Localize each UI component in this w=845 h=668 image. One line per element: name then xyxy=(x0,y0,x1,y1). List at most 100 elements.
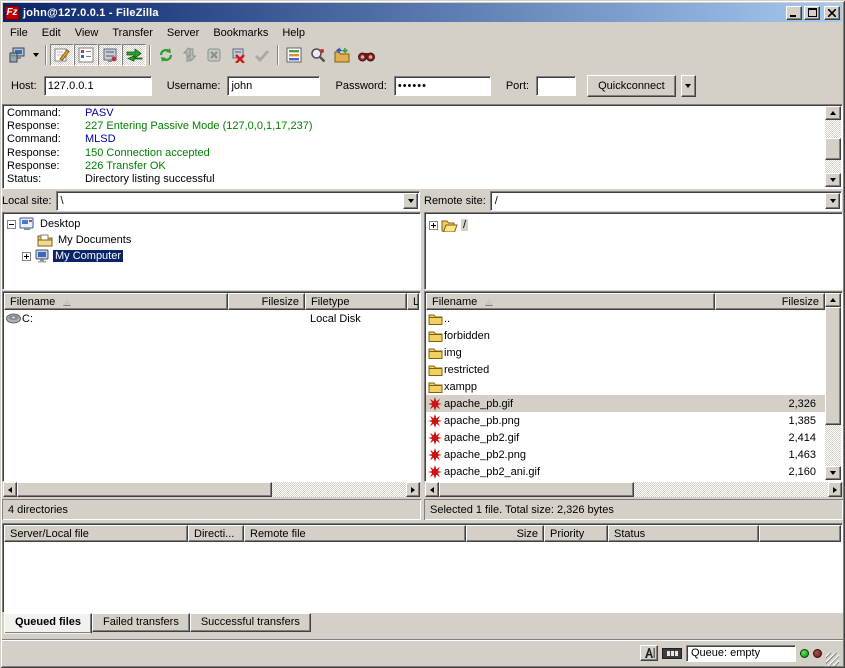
transfer-queue-body xyxy=(4,542,841,611)
reconnect-button[interactable] xyxy=(250,44,274,66)
file-row[interactable]: forbidden xyxy=(426,327,825,344)
scrollbar-thumb[interactable] xyxy=(825,138,841,160)
file-row[interactable]: img xyxy=(426,344,825,361)
find-files-button[interactable] xyxy=(354,44,378,66)
menu-transfer[interactable]: Transfer xyxy=(105,26,160,40)
column-header-filesize[interactable]: Filesize xyxy=(715,293,825,310)
file-row[interactable]: restricted xyxy=(426,361,825,378)
site-manager-button[interactable] xyxy=(5,44,29,66)
tree-item-my-computer[interactable]: My Computer xyxy=(7,248,420,264)
scrollbar-thumb[interactable] xyxy=(17,482,272,497)
local-status-bar: 4 directories xyxy=(2,499,421,520)
file-row[interactable]: apache_pb2_ani.gif 2,160 xyxy=(426,463,825,480)
file-name: restricted xyxy=(444,364,725,376)
scrollbar-thumb[interactable] xyxy=(439,482,634,497)
tree-item-label: My Computer xyxy=(53,250,123,262)
remote-site-combo[interactable]: / xyxy=(490,191,842,211)
menu-server[interactable]: Server xyxy=(160,26,206,40)
combo-dropdown-button[interactable] xyxy=(403,193,418,209)
cancel-button[interactable] xyxy=(202,44,226,66)
menu-edit[interactable]: Edit xyxy=(35,26,68,40)
column-header-server-local-file[interactable]: Server/Local file xyxy=(4,525,188,542)
tree-item-label: Desktop xyxy=(38,218,82,230)
data-type-indicator[interactable] xyxy=(640,645,658,661)
username-input[interactable] xyxy=(227,76,320,96)
close-button[interactable] xyxy=(824,6,840,20)
my-computer-icon xyxy=(34,249,50,263)
port-input[interactable] xyxy=(536,76,576,96)
process-queue-button[interactable] xyxy=(178,44,202,66)
resize-grip[interactable] xyxy=(826,653,839,666)
password-input[interactable] xyxy=(394,76,491,96)
transfer-queue: Server/Local file Directi... Remote file… xyxy=(2,523,843,613)
toggle-message-log-button[interactable] xyxy=(50,44,74,66)
file-row[interactable]: apache_pb.png 1,385 xyxy=(426,412,825,429)
expand-icon[interactable] xyxy=(429,221,438,230)
toggle-remote-tree-button[interactable] xyxy=(98,44,122,66)
file-row[interactable]: xampp xyxy=(426,378,825,395)
directory-comparison-icon xyxy=(310,47,326,63)
file-size: 2,414 xyxy=(725,432,825,444)
directory-comparison-button[interactable] xyxy=(306,44,330,66)
chevron-down-icon xyxy=(33,53,39,57)
local-list-hscrollbar[interactable] xyxy=(3,482,420,497)
title-bar[interactable]: Fz john@127.0.0.1 - FileZilla xyxy=(3,3,842,22)
column-header-size[interactable]: Size xyxy=(466,525,544,542)
site-manager-dropdown[interactable] xyxy=(29,44,42,66)
scroll-right-button[interactable] xyxy=(828,482,842,497)
scroll-up-button[interactable] xyxy=(825,293,841,307)
quickconnect-button[interactable]: Quickconnect xyxy=(587,75,676,97)
minimize-button[interactable] xyxy=(786,6,802,20)
quickconnect-dropdown[interactable] xyxy=(681,75,696,97)
tab-failed-transfers[interactable]: Failed transfers xyxy=(92,613,190,632)
scrollbar-thumb[interactable] xyxy=(825,307,841,425)
menu-bookmarks[interactable]: Bookmarks xyxy=(206,26,275,40)
file-row-c-drive[interactable]: C: Local Disk xyxy=(4,310,419,327)
tree-item-root[interactable]: / xyxy=(429,217,842,233)
combo-dropdown-button[interactable] xyxy=(825,193,840,209)
scroll-left-button[interactable] xyxy=(3,482,17,497)
maximize-button[interactable] xyxy=(804,6,820,20)
column-header-direction[interactable]: Directi... xyxy=(188,525,244,542)
column-header-status[interactable]: Status xyxy=(608,525,759,542)
tree-item-desktop[interactable]: Desktop xyxy=(7,216,420,232)
tree-item-my-documents[interactable]: My Documents xyxy=(7,232,420,248)
column-header-filesize[interactable]: Filesize xyxy=(228,293,305,310)
column-header-remote-file[interactable]: Remote file xyxy=(244,525,466,542)
menu-view[interactable]: View xyxy=(68,26,106,40)
refresh-button[interactable] xyxy=(154,44,178,66)
scroll-right-button[interactable] xyxy=(406,482,420,497)
scroll-up-button[interactable] xyxy=(825,106,841,120)
local-site-combo[interactable]: \ xyxy=(56,191,420,211)
log-scrollbar[interactable] xyxy=(825,106,841,187)
speed-limit-icon[interactable] xyxy=(662,648,682,659)
tab-queued-files[interactable]: Queued files xyxy=(4,613,92,634)
column-header-filetype[interactable]: Filetype xyxy=(305,293,407,310)
scroll-down-button[interactable] xyxy=(825,466,841,480)
tab-successful-transfers[interactable]: Successful transfers xyxy=(190,613,311,632)
remote-list-scrollbar[interactable] xyxy=(825,293,841,480)
synchronized-browsing-button[interactable] xyxy=(330,44,354,66)
menu-help[interactable]: Help xyxy=(275,26,312,40)
column-header-lastmodified[interactable]: L xyxy=(407,293,419,310)
column-header-filename[interactable]: Filename xyxy=(426,293,715,310)
column-header-priority[interactable]: Priority xyxy=(544,525,608,542)
expand-icon[interactable] xyxy=(22,252,31,261)
file-row[interactable]: apache_pb2.png 1,463 xyxy=(426,446,825,463)
column-header-filename[interactable]: Filename xyxy=(4,293,228,310)
file-row[interactable]: .. xyxy=(426,310,825,327)
filter-button[interactable] xyxy=(282,44,306,66)
scroll-left-button[interactable] xyxy=(425,482,439,497)
toggle-queue-button[interactable] xyxy=(122,44,146,66)
toggle-local-tree-button[interactable] xyxy=(74,44,98,66)
remote-list-hscrollbar[interactable] xyxy=(425,482,842,497)
file-row-selected[interactable]: apache_pb.gif 2,326 xyxy=(426,395,825,412)
collapse-icon[interactable] xyxy=(7,220,16,229)
disconnect-button[interactable] xyxy=(226,44,250,66)
local-directory-tree: Desktop My Documents My Computer xyxy=(2,212,421,290)
file-row[interactable]: apache_pb2.gif 2,414 xyxy=(426,429,825,446)
host-input[interactable] xyxy=(44,76,152,96)
scroll-down-button[interactable] xyxy=(825,173,841,187)
menu-file[interactable]: File xyxy=(3,26,35,40)
folder-icon xyxy=(428,330,443,342)
